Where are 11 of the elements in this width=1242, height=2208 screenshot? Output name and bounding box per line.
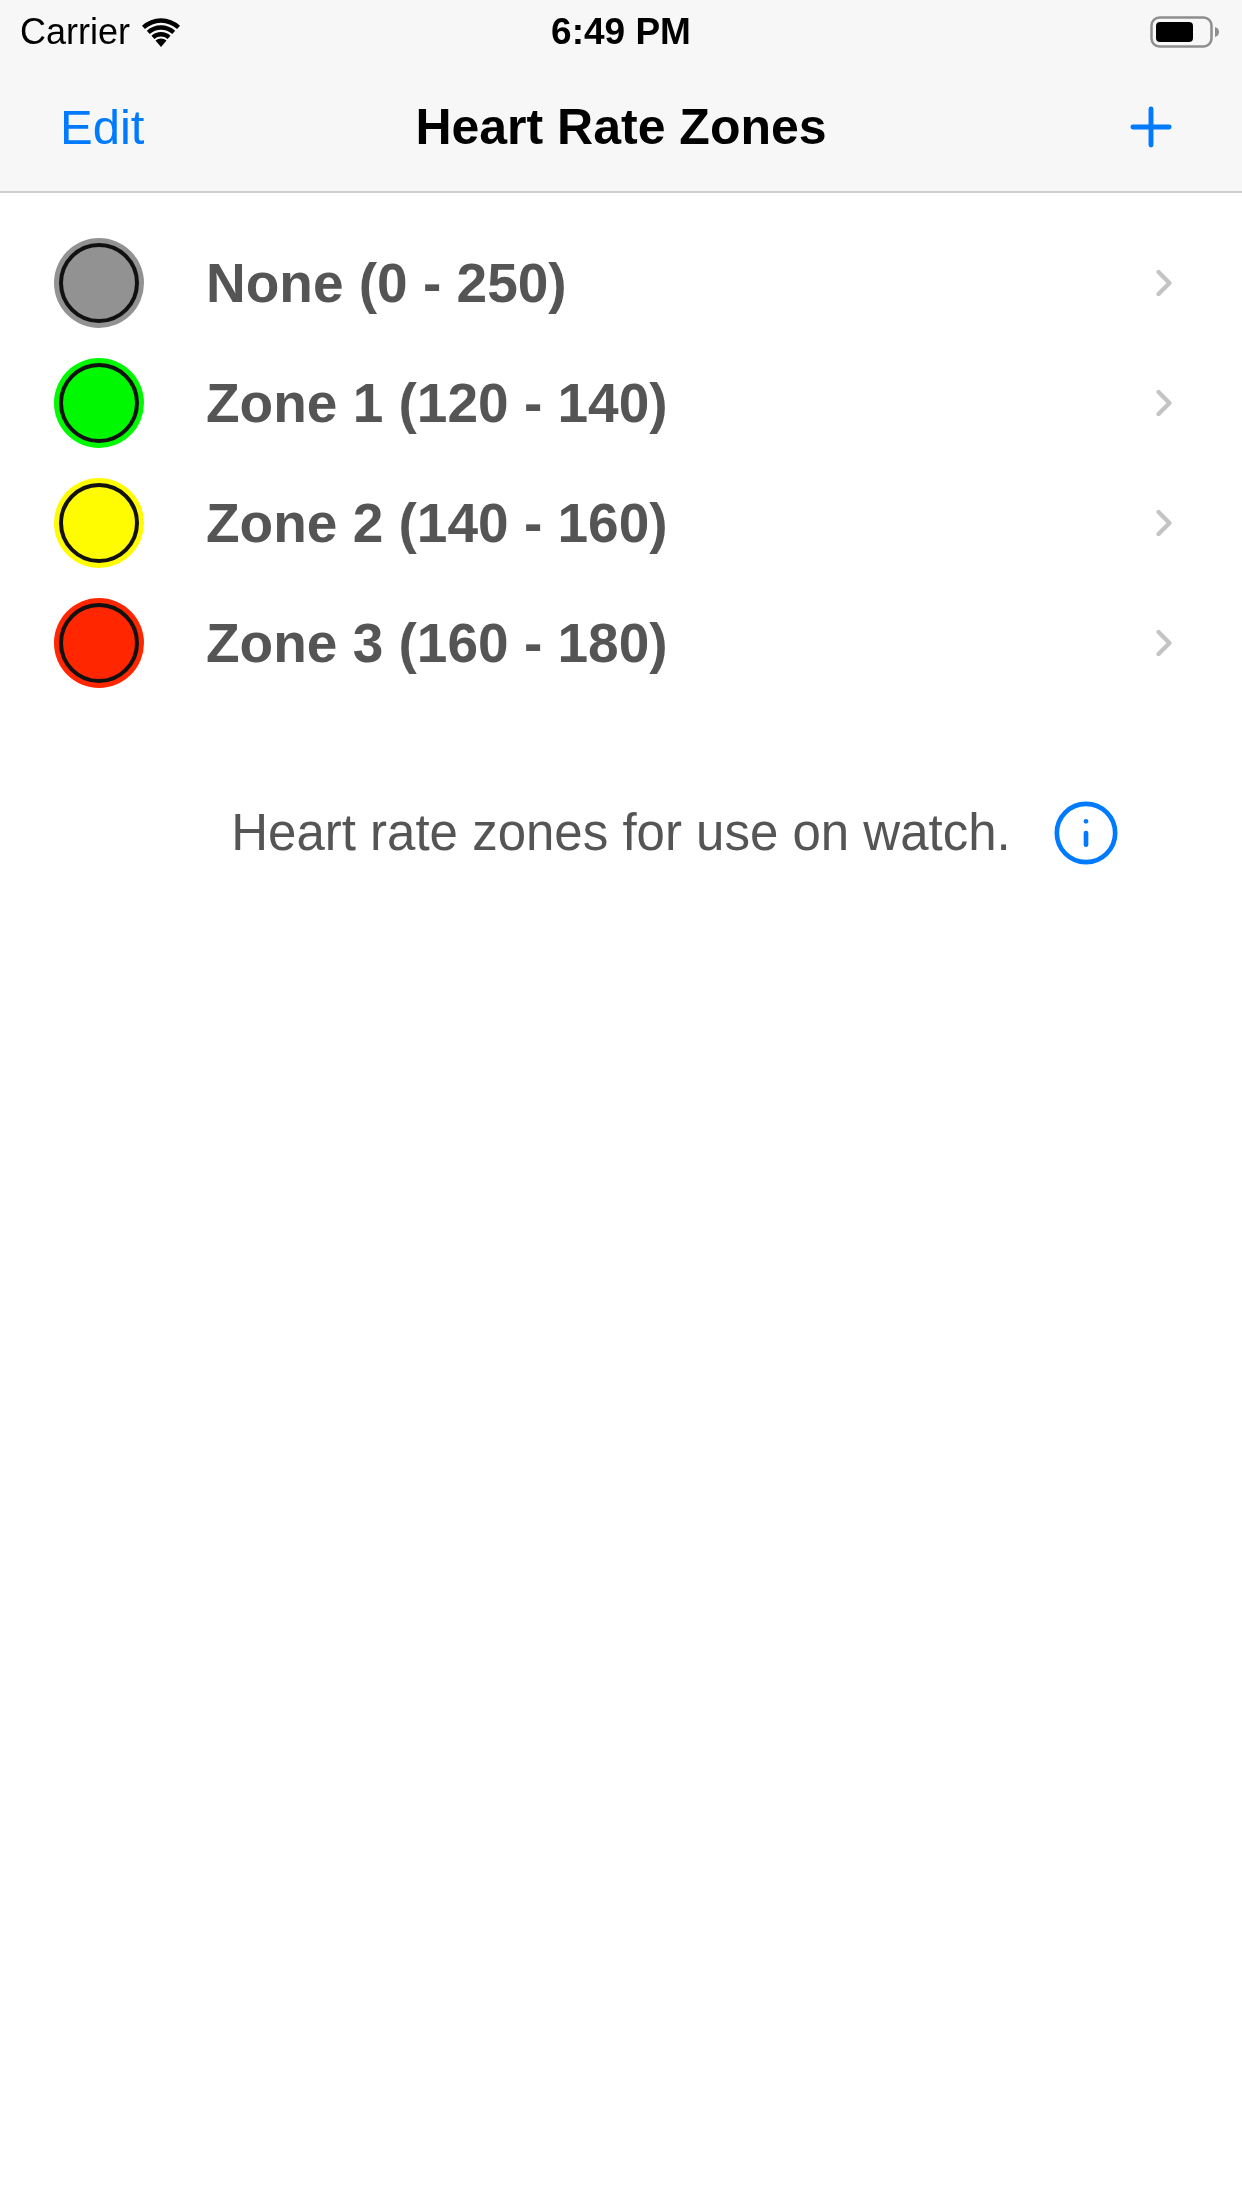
zone-label[interactable]: Zone 2 (140 - 160): [206, 481, 668, 565]
carrier-label: Carrier: [20, 9, 130, 54]
zone-label[interactable]: Zone 3 (160 - 180): [206, 601, 668, 685]
footer-text: Heart rate zones for use on watch.: [231, 803, 1011, 863]
zone-label[interactable]: None (0 - 250): [206, 241, 567, 325]
zone-label[interactable]: Zone 1 (120 - 140): [206, 361, 668, 445]
nav-title: Heart Rate Zones: [415, 97, 827, 157]
status-time: 6:49 PM: [551, 9, 691, 54]
edit-button[interactable]: Edit: [60, 102, 145, 152]
wifi-icon: [140, 16, 182, 47]
battery-icon: [1150, 15, 1220, 48]
